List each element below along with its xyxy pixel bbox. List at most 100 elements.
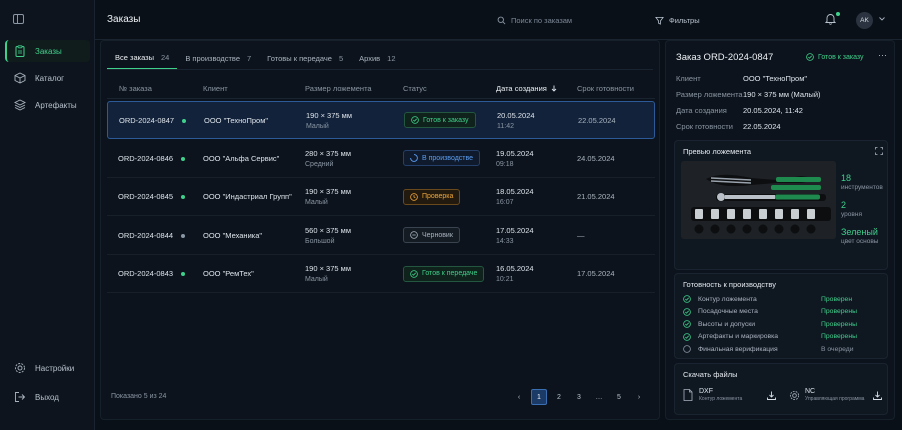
sidebar-item-logout[interactable]: Выход <box>5 386 90 408</box>
table-header: № заказа Клиент Размер ложемента Статус … <box>107 79 655 99</box>
expand-icon[interactable] <box>875 147 883 155</box>
readiness-card: Готовность к производству Контур ложемен… <box>674 273 888 359</box>
col-header-size[interactable]: Размер ложемента <box>305 84 372 93</box>
created-date: 16.05.2024 <box>496 264 534 273</box>
col-header-due[interactable]: Срок готовности <box>577 84 634 93</box>
created-cell: 20.05.2024 11:42 <box>497 102 535 138</box>
created-time: 09:18 <box>496 160 514 168</box>
col-header-created[interactable]: Дата создания <box>496 84 557 93</box>
tab-in-production[interactable]: В производстве 7 <box>177 47 259 69</box>
page-button[interactable]: 2 <box>551 389 567 405</box>
status-dot <box>181 272 186 277</box>
status-badge: Готов к заказу <box>404 112 476 128</box>
cube-icon <box>14 72 26 84</box>
size-cell: 190 × 375 мм Малый <box>305 255 351 292</box>
status-badge: Готов к передаче <box>403 265 485 282</box>
readiness-label: Контур ложемента <box>698 295 757 303</box>
due-cell: 21.05.2024 <box>577 178 615 215</box>
status-dot <box>181 233 186 238</box>
sidebar-item-catalog[interactable]: Каталог <box>5 67 90 89</box>
tab-count: 12 <box>387 53 396 63</box>
page-button[interactable]: 3 <box>571 389 587 405</box>
readiness-label: Финальная верификация <box>698 345 778 353</box>
status-cell: Черновик <box>403 217 460 254</box>
client-name: ООО "Механика" <box>203 230 263 240</box>
col-header-label: Дата создания <box>496 84 547 93</box>
downloads-title: Скачать файлы <box>683 370 738 379</box>
page-button[interactable]: 5 <box>611 389 627 405</box>
order-id: ORD-2024-0847 <box>119 115 175 125</box>
table-row[interactable]: ORD-2024-0846 ООО "Альфа Сервис" 280 × 375… <box>107 140 655 178</box>
order-id-cell: ORD-2024-0843 <box>118 255 186 292</box>
readiness-item: Контур ложемента Проверен <box>683 293 883 305</box>
tab-label: Архив <box>359 53 381 63</box>
size-label: Средний <box>305 160 334 168</box>
due-date: 24.05.2024 <box>577 153 615 163</box>
download-nc[interactable]: NC Управляющая программа <box>789 384 887 406</box>
download-icon[interactable] <box>873 391 882 400</box>
file-type: DXF <box>699 388 713 395</box>
prev-page-button[interactable]: ‹ <box>511 389 527 405</box>
status-badge: Черновик <box>403 227 460 243</box>
detail-status-text: Готов к заказу <box>818 53 864 61</box>
tab-all[interactable]: Все заказы 24 <box>107 47 178 69</box>
sidebar-toggle-icon[interactable] <box>13 14 24 24</box>
tab-archive[interactable]: Архив 12 <box>351 47 403 69</box>
col-header-client[interactable]: Клиент <box>203 84 228 93</box>
sidebar-item-settings[interactable]: Настройки <box>5 357 90 379</box>
readiness-label: Артефакты и маркировка <box>698 333 779 340</box>
created-cell: 18.05.2024 16:07 <box>496 178 534 215</box>
table-row[interactable]: ORD-2024-0843 ООО "РемТех" 190 × 375 мм Мал… <box>107 255 655 293</box>
check-circle-icon <box>411 116 419 124</box>
size-label: Малый <box>306 122 329 130</box>
table-row[interactable]: ORD-2024-0844 ООО "Механика" 560 × 375 мм Б… <box>107 217 655 255</box>
filters-button[interactable]: Фильтры <box>655 10 700 30</box>
topbar: Заказы Поиск по заказам Фильтры AK <box>95 0 902 40</box>
readiness-label: Высоты и допуски <box>698 320 756 328</box>
order-id-cell: ORD-2024-0846 <box>118 140 186 177</box>
table-row[interactable]: ORD-2024-0845 ООО "Индастриал Групп" 190 ×… <box>107 178 655 216</box>
client-cell: ООО "Альфа Сервис" <box>203 140 279 177</box>
progress-icon <box>410 154 418 162</box>
client-cell: ООО "ТехноПром" <box>204 102 268 138</box>
tab-ready[interactable]: Готовы к передаче 5 <box>259 47 351 69</box>
due-date: 17.05.2024 <box>577 269 615 278</box>
avatar[interactable]: AK <box>856 12 873 29</box>
sidebar-item-artifacts[interactable]: Артефакты <box>5 94 90 116</box>
bell-icon[interactable] <box>825 13 836 25</box>
status-cell: Проверка <box>403 178 461 215</box>
sort-down-icon <box>551 85 557 92</box>
status-dot <box>182 118 187 123</box>
size-value: 190 × 375 мм <box>306 110 352 120</box>
due-date: 22.05.2024 <box>578 115 616 125</box>
order-detail-panel: Заказ ORD-2024-0847 Готов к заказу ⋯ Кли… <box>665 40 895 420</box>
search-input[interactable]: Поиск по заказам <box>492 10 640 30</box>
sidebar-item-label: Настройки <box>35 363 75 373</box>
clipboard-icon <box>15 45 25 57</box>
table-row[interactable]: ORD-2024-0847 ООО "ТехноПром" 190 × 375 мм… <box>107 101 655 139</box>
chevron-down-icon[interactable] <box>879 17 885 21</box>
readiness-label: Посадочные места <box>698 308 758 315</box>
size-cell: 280 × 375 мм Средний <box>305 140 351 177</box>
readiness-title: Готовность к производству <box>683 280 776 289</box>
due-cell: 17.05.2024 <box>577 255 615 292</box>
client-name: ООО "РемТех" <box>203 269 254 278</box>
next-page-button[interactable]: › <box>631 389 647 405</box>
more-options-icon[interactable]: ⋯ <box>878 50 887 61</box>
sidebar-item-label: Каталог <box>35 73 65 83</box>
col-header-status[interactable]: Статус <box>403 84 427 93</box>
page-button[interactable]: 1 <box>531 389 547 405</box>
download-dxf[interactable]: DXF Контур ложемента <box>683 384 781 406</box>
sidebar-item-label: Артефакты <box>35 100 77 110</box>
field-value: 20.05.2024, 11:42 <box>743 106 803 115</box>
client-cell: ООО "Индастриал Групп" <box>203 178 292 215</box>
status-cell: В производстве <box>403 140 481 177</box>
gear-icon <box>789 390 800 400</box>
stat-color: Зеленый цвет основы <box>841 227 878 245</box>
sidebar-item-orders[interactable]: Заказы <box>5 40 90 62</box>
client-name: ООО "Альфа Сервис" <box>203 153 280 163</box>
download-icon[interactable] <box>767 391 776 400</box>
col-header-id[interactable]: № заказа <box>119 84 152 93</box>
status-cell: Готов к передаче <box>403 255 485 292</box>
file-desc: Управляющая программа <box>805 396 865 402</box>
